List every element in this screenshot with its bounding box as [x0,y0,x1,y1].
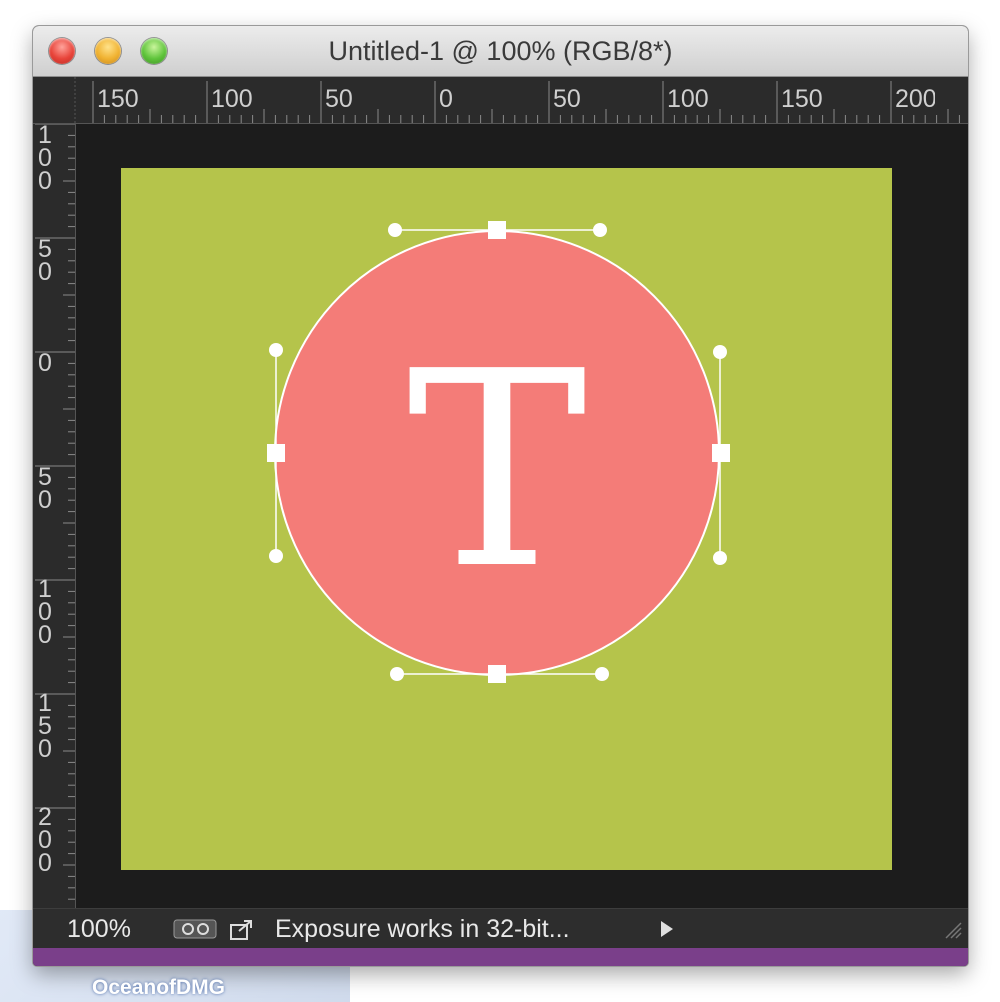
window-bottom-edge [33,948,968,966]
document-window: Untitled-1 @ 100% (RGB/8*) 150 100 50 0 … [33,26,968,966]
share-icon[interactable] [229,917,257,941]
bezier-handle-point [593,223,607,237]
ruler-label: 0 [439,85,453,113]
vertical-ruler[interactable]: 1 0 0 5 0 0 5 0 1 0 0 1 5 0 2 0 0 [33,121,76,908]
ruler-label: 150 [97,85,139,113]
ruler-label-group: 1 0 0 [38,575,52,649]
ruler-label-group: 1 5 0 [38,689,52,763]
bezier-handle-point [269,549,283,563]
title-bar[interactable]: Untitled-1 @ 100% (RGB/8*) [33,26,968,77]
ellipse-path-layer[interactable]: T [121,168,892,870]
ruler-label-group: 1 0 0 [38,121,52,195]
ruler-label-group: 0 [38,349,52,377]
status-menu-arrow-icon[interactable] [661,921,673,937]
window-title: Untitled-1 @ 100% (RGB/8*) [328,36,673,66]
resize-grip-icon[interactable] [942,919,962,939]
type-glyph[interactable]: T [407,313,588,628]
ruler-label: 100 [667,85,709,113]
anchor-point-bottom [488,665,506,683]
watermark-text: OceanofDMG [92,976,226,999]
ruler-label: 200 [895,86,935,112]
status-message: Exposure works in 32-bit... [275,915,570,943]
ruler-label-group: 5 0 [38,235,52,286]
bezier-handle-point [390,667,404,681]
anchor-point-left [267,444,285,462]
document-canvas[interactable]: T [121,168,892,870]
ruler-label: 50 [553,85,581,113]
bezier-handle-point [269,343,283,357]
canvas-area[interactable]: T [76,124,968,908]
bezier-handle-point [713,345,727,359]
status-bar: 100% Exposure works in 32-bit... [33,908,968,949]
horizontal-ruler-ticks [74,77,960,123]
ruler-label-group: 5 0 [38,463,52,514]
horizontal-ruler[interactable]: 150 100 50 0 50 100 150 200 [33,77,968,124]
gear-icon[interactable] [173,917,217,941]
ruler-label: 100 [211,85,253,113]
bezier-handle-point [388,223,402,237]
ruler-label: 150 [781,85,823,113]
bezier-handle-point [595,667,609,681]
zoom-level[interactable]: 100% [67,915,131,944]
bezier-handle-point [713,551,727,565]
anchor-point-right [712,444,730,462]
anchor-point-top [488,221,506,239]
ruler-label-group: 2 0 0 [38,803,52,877]
ruler-label: 50 [325,85,353,113]
